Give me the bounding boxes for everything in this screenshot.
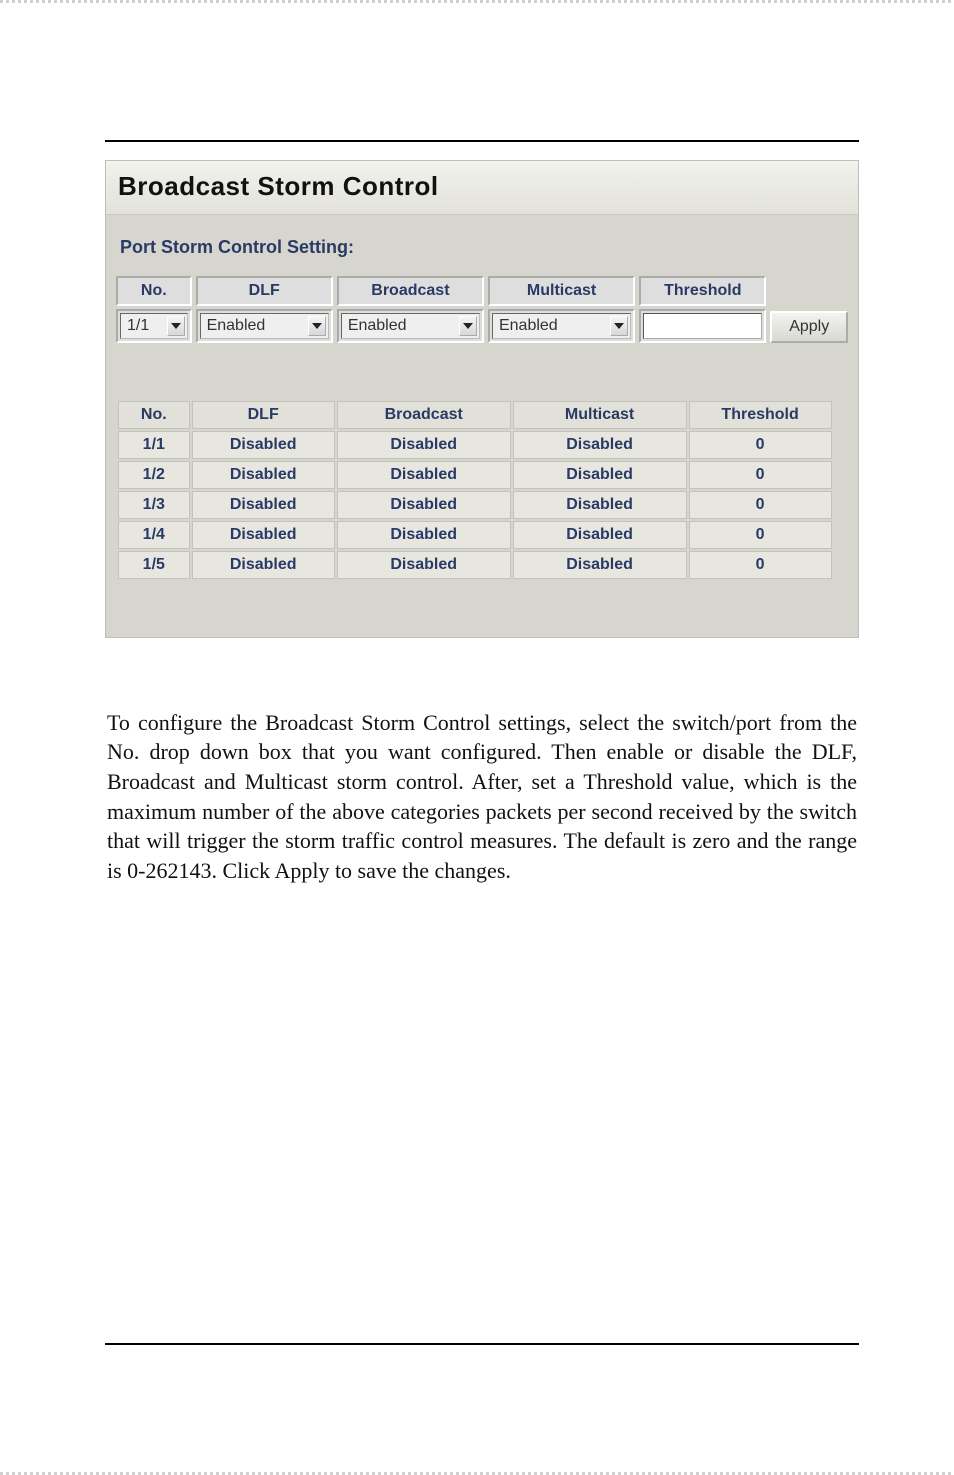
cell-multicast: Disabled xyxy=(513,431,687,459)
dlf-value: Enabled xyxy=(207,317,266,335)
panel-subtitle: Port Storm Control Setting: xyxy=(106,215,858,276)
multicast-value: Enabled xyxy=(499,317,558,335)
cell-threshold: 0 xyxy=(689,521,832,549)
cell-broadcast: Disabled xyxy=(337,521,511,549)
cell-multicast: Disabled xyxy=(513,461,687,489)
dlf-select[interactable]: Enabled xyxy=(200,313,329,339)
status-table: No. DLF Broadcast Multicast Threshold 1/… xyxy=(116,399,848,581)
cell-multicast: Disabled xyxy=(513,551,687,579)
port-no-select[interactable]: 1/1 xyxy=(120,313,188,339)
cell-broadcast: Disabled xyxy=(337,491,511,519)
cell-dlf: Disabled xyxy=(192,551,335,579)
table-row: 1/1DisabledDisabledDisabled0 xyxy=(118,431,846,459)
cell-no: 1/4 xyxy=(118,521,190,549)
header-no: No. xyxy=(116,276,192,306)
threshold-input[interactable] xyxy=(643,313,762,339)
broadcast-value: Enabled xyxy=(348,317,407,335)
page: Broadcast Storm Control Port Storm Contr… xyxy=(0,0,954,946)
header-threshold: Threshold xyxy=(639,276,766,306)
broadcast-select[interactable]: Enabled xyxy=(341,313,480,339)
chevron-down-icon xyxy=(167,316,185,336)
chevron-down-icon xyxy=(459,316,477,336)
apply-button[interactable]: Apply xyxy=(770,311,848,343)
bottom-divider xyxy=(105,1343,859,1345)
port-no-value: 1/1 xyxy=(127,317,149,335)
cell-threshold: 0 xyxy=(689,461,832,489)
table-row: 1/4DisabledDisabledDisabled0 xyxy=(118,521,846,549)
status-header-dlf: DLF xyxy=(192,401,335,429)
cell-no: 1/3 xyxy=(118,491,190,519)
table-row: 1/3DisabledDisabledDisabled0 xyxy=(118,491,846,519)
table-row: 1/5DisabledDisabledDisabled0 xyxy=(118,551,846,579)
multicast-select[interactable]: Enabled xyxy=(492,313,631,339)
panel-title: Broadcast Storm Control xyxy=(106,161,858,215)
cell-broadcast: Disabled xyxy=(337,551,511,579)
status-header-no: No. xyxy=(118,401,190,429)
header-dlf: DLF xyxy=(196,276,333,306)
cell-multicast: Disabled xyxy=(513,491,687,519)
header-multicast: Multicast xyxy=(488,276,635,306)
cell-threshold: 0 xyxy=(689,491,832,519)
cell-dlf: Disabled xyxy=(192,461,335,489)
chevron-down-icon xyxy=(308,316,326,336)
cell-dlf: Disabled xyxy=(192,431,335,459)
cell-no: 1/2 xyxy=(118,461,190,489)
chevron-down-icon xyxy=(610,316,628,336)
status-header-broadcast: Broadcast xyxy=(337,401,511,429)
cell-no: 1/5 xyxy=(118,551,190,579)
cell-threshold: 0 xyxy=(689,551,832,579)
cell-multicast: Disabled xyxy=(513,521,687,549)
port-setting-form: No. 1/1 DLF Enabled xyxy=(106,276,858,343)
cell-dlf: Disabled xyxy=(192,491,335,519)
storm-control-panel: Broadcast Storm Control Port Storm Contr… xyxy=(105,160,859,638)
top-divider xyxy=(105,140,859,142)
cell-no: 1/1 xyxy=(118,431,190,459)
description-paragraph: To configure the Broadcast Storm Control… xyxy=(107,708,857,886)
cell-dlf: Disabled xyxy=(192,521,335,549)
cell-broadcast: Disabled xyxy=(337,461,511,489)
status-header-multicast: Multicast xyxy=(513,401,687,429)
cell-broadcast: Disabled xyxy=(337,431,511,459)
status-header-threshold: Threshold xyxy=(689,401,832,429)
cell-threshold: 0 xyxy=(689,431,832,459)
header-broadcast: Broadcast xyxy=(337,276,484,306)
table-row: 1/2DisabledDisabledDisabled0 xyxy=(118,461,846,489)
